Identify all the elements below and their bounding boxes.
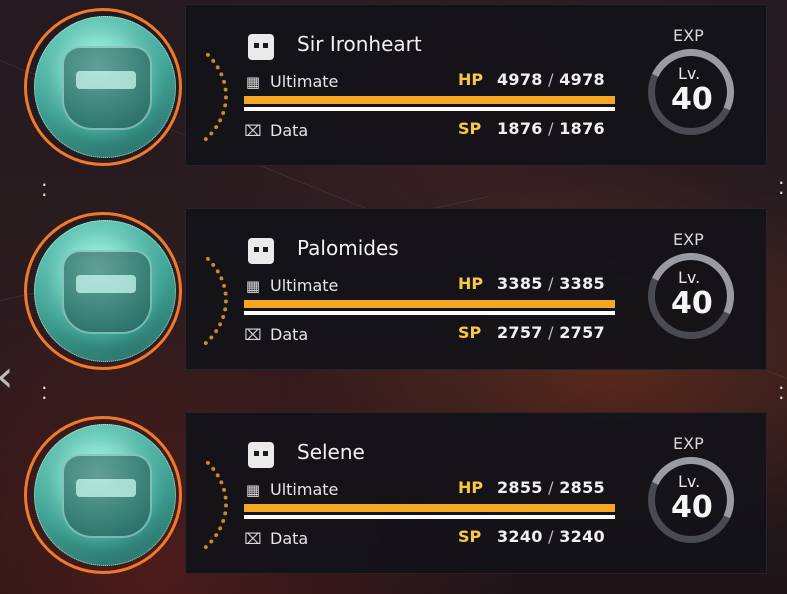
hp-max: 4978 [559,70,605,89]
data-label: Data [270,529,309,548]
level-label: Lv. [678,268,701,287]
hp-value: 4978 / 4978 [497,70,605,89]
sp-current: 2757 [497,323,543,342]
sp-bar [244,515,615,519]
hp-bar [244,504,615,512]
separator-dots: · · [779,381,784,405]
sp-separator: / [542,119,560,138]
member-name: Selene [297,440,365,464]
member-name: Palomides [297,236,399,260]
level-value: 40 [671,490,713,525]
sp-current: 3240 [497,527,543,546]
sp-value: 1876 / 1876 [497,119,605,138]
sp-bar [244,107,615,111]
hp-value: 3385 / 3385 [497,274,605,293]
member-portrait[interactable] [20,414,230,594]
hp-bar [244,300,615,308]
party-member-card[interactable]: Selene ▦ Ultimate ⌧ Data HP 2855 / 2855 … [0,412,787,582]
sp-key: SP [458,323,482,342]
party-member-card[interactable]: Sir Ironheart ▦ Ultimate ⌧ Data HP 4978 … [0,4,787,174]
hp-current: 3385 [497,274,543,293]
exp-label: EXP [673,230,704,249]
level-value: 40 [671,82,713,117]
sp-max: 3240 [559,527,605,546]
data-label: Data [270,325,309,344]
sp-value: 2757 / 2757 [497,323,605,342]
sp-separator: / [542,527,560,546]
portrait-orange-ring [24,212,182,370]
data-helix-icon: ⌧ [244,122,262,140]
sp-current: 1876 [497,119,543,138]
exp-label: EXP [673,434,704,453]
hp-bar-fill [244,300,615,308]
member-portrait[interactable] [20,6,230,186]
robot-head-icon [248,238,274,264]
party-member-card[interactable]: Palomides ▦ Ultimate ⌧ Data HP 3385 / 33… [0,208,787,378]
robot-head-icon [248,34,274,60]
ultimate-icon: ▦ [245,73,261,91]
hp-value: 2855 / 2855 [497,478,605,497]
ultimate-label: Ultimate [270,72,339,91]
member-portrait[interactable] [20,210,230,390]
hp-separator: / [542,478,560,497]
data-helix-icon: ⌧ [244,326,262,344]
hp-bar [244,96,615,104]
portrait-orange-ring [24,416,182,574]
separator-dots: · · [779,176,784,200]
sp-max: 2757 [559,323,605,342]
hp-separator: / [542,70,560,89]
hp-key: HP [458,274,484,293]
hp-key: HP [458,70,484,89]
sp-bar [244,311,615,315]
ultimate-label: Ultimate [270,480,339,499]
member-name: Sir Ironheart [297,32,422,56]
hp-bar-fill [244,96,615,104]
sp-bar-fill [244,311,615,315]
data-label: Data [270,121,309,140]
sp-bar-fill [244,515,615,519]
hp-current: 2855 [497,478,543,497]
hp-separator: / [542,274,560,293]
level-label: Lv. [678,472,701,491]
hp-max: 3385 [559,274,605,293]
level-value: 40 [671,286,713,321]
hp-bar-fill [244,504,615,512]
sp-max: 1876 [559,119,605,138]
sp-separator: / [542,323,560,342]
hp-max: 2855 [559,478,605,497]
sp-key: SP [458,527,482,546]
hp-current: 4978 [497,70,543,89]
sp-value: 3240 / 3240 [497,527,605,546]
portrait-orange-ring [24,8,182,166]
data-helix-icon: ⌧ [244,530,262,548]
robot-head-icon [248,442,274,468]
ultimate-label: Ultimate [270,276,339,295]
sp-bar-fill [244,107,615,111]
level-label: Lv. [678,64,701,83]
sp-key: SP [458,119,482,138]
ultimate-icon: ▦ [245,277,261,295]
ultimate-icon: ▦ [245,481,261,499]
hp-key: HP [458,478,484,497]
exp-label: EXP [673,26,704,45]
